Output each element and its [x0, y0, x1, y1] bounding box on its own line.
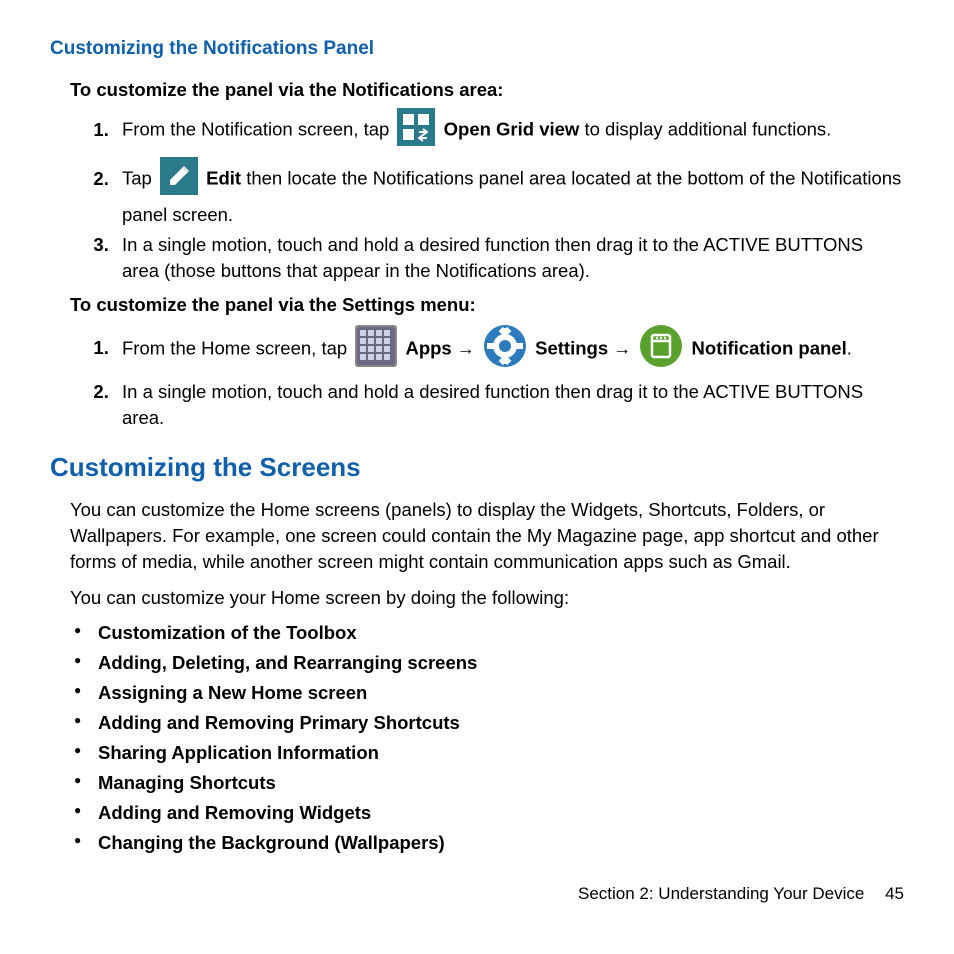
notif-step-1: From the Notification screen, tap Open G… [114, 108, 904, 153]
customize-bullets: Customization of the Toolbox Adding, Del… [70, 620, 904, 855]
bullet-item: Adding and Removing Widgets [98, 800, 904, 826]
bullet-item: Changing the Background (Wallpapers) [98, 830, 904, 856]
text: From the Notification screen, tap [122, 119, 394, 140]
bullet-item: Adding, Deleting, and Rearranging screen… [98, 650, 904, 676]
notification-panel-icon [639, 324, 683, 375]
notif-step-3: In a single motion, touch and hold a des… [114, 232, 904, 284]
footer-section: Section 2: Understanding Your Device [578, 884, 864, 903]
arrow-icon: → [457, 338, 475, 358]
heading-customizing-screens: Customizing the Screens [50, 449, 904, 485]
screens-para-2: You can customize your Home screen by do… [70, 585, 904, 611]
footer-page-number: 45 [885, 884, 904, 903]
bullet-item: Assigning a New Home screen [98, 680, 904, 706]
settings-step-2: In a single motion, touch and hold a des… [114, 379, 904, 431]
apps-grid-icon [355, 325, 397, 374]
open-grid-label: Open Grid view [444, 119, 580, 140]
notification-panel-label: Notification panel [692, 337, 847, 358]
notif-area-steps: From the Notification screen, tap Open G… [50, 108, 904, 283]
settings-menu-steps: From the Home screen, tap Apps → [50, 324, 904, 431]
arrow-icon: → [613, 338, 631, 358]
bullet-item: Adding and Removing Primary Shortcuts [98, 710, 904, 736]
text: From the Home screen, tap [122, 337, 352, 358]
edit-label: Edit [206, 168, 241, 189]
apps-label: Apps [405, 337, 451, 358]
subheading-notif-area: To customize the panel via the Notificat… [70, 77, 904, 103]
subheading-settings-menu: To customize the panel via the Settings … [70, 292, 904, 318]
bullet-item: Managing Shortcuts [98, 770, 904, 796]
settings-gear-icon [483, 324, 527, 375]
bullet-item: Customization of the Toolbox [98, 620, 904, 646]
page-footer: Section 2: Understanding Your Device 45 [50, 882, 904, 906]
text: . [847, 337, 852, 358]
text: to display additional functions. [579, 119, 831, 140]
screens-para-1: You can customize the Home screens (pane… [70, 497, 904, 575]
heading-notifications-panel: Customizing the Notifications Panel [50, 36, 904, 63]
bullet-item: Sharing Application Information [98, 740, 904, 766]
settings-label: Settings [535, 337, 608, 358]
notif-step-2: Tap Edit then locate the Notifications p… [114, 157, 904, 228]
grid-view-icon [397, 108, 435, 153]
settings-step-1: From the Home screen, tap Apps → [114, 324, 904, 375]
text: Tap [122, 168, 157, 189]
edit-pencil-icon [160, 157, 198, 202]
